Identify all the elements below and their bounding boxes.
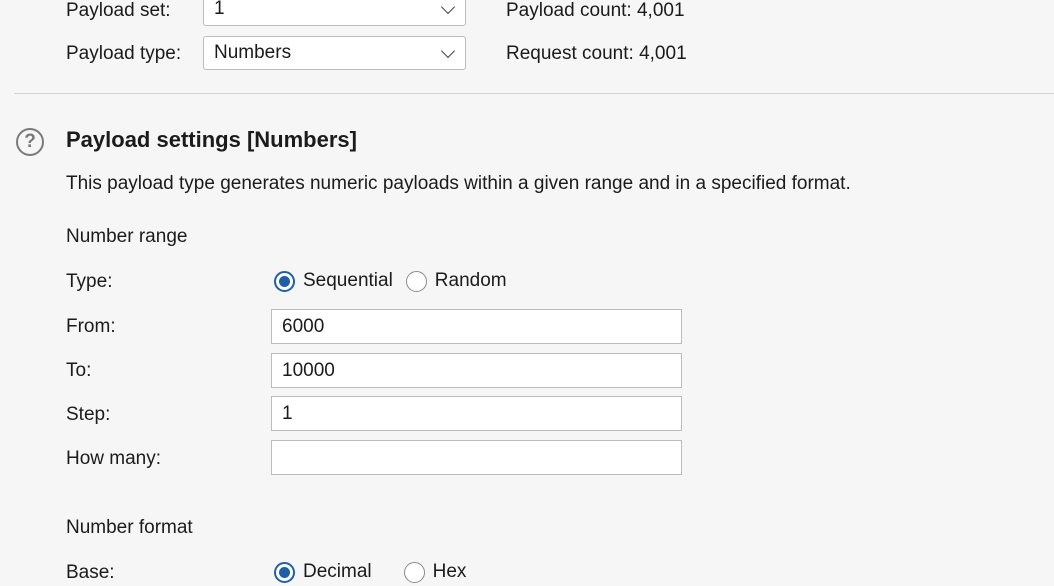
to-input[interactable]: 10000 xyxy=(271,353,682,388)
radio-checked-icon[interactable] xyxy=(274,270,295,292)
from-input[interactable]: 6000 xyxy=(271,309,682,344)
payload-set-value: 1 xyxy=(214,0,225,19)
radio-decimal-label: Decimal xyxy=(303,561,372,582)
from-value: 6000 xyxy=(282,315,325,337)
radio-hex[interactable]: Hex xyxy=(403,561,467,583)
radio-sequential[interactable]: Sequential xyxy=(274,270,393,292)
payload-count: Payload count: 4,001 xyxy=(506,0,685,21)
type-label: Type: xyxy=(66,271,113,292)
chevron-down-icon xyxy=(440,0,456,15)
radio-checked-icon[interactable] xyxy=(274,561,295,583)
section-description: This payload type generates numeric payl… xyxy=(66,173,851,194)
help-icon[interactable]: ? xyxy=(16,128,44,156)
number-format-heading: Number format xyxy=(66,517,193,538)
base-label: Base: xyxy=(66,562,115,583)
section-title: Payload settings [Numbers] xyxy=(66,127,357,152)
radio-unchecked-icon[interactable] xyxy=(405,270,427,292)
radio-random[interactable]: Random xyxy=(405,270,507,292)
step-value: 1 xyxy=(282,402,293,424)
payload-set-label: Payload set: xyxy=(66,0,171,21)
how-many-input[interactable] xyxy=(271,440,682,475)
number-range-heading: Number range xyxy=(66,226,188,247)
radio-random-label: Random xyxy=(434,270,507,291)
radio-unchecked-icon[interactable] xyxy=(403,561,425,583)
base-radio-group: Decimal Hex xyxy=(274,561,466,583)
how-many-label: How many: xyxy=(66,448,162,469)
from-label: From: xyxy=(66,316,116,337)
to-value: 10000 xyxy=(282,359,335,381)
radio-decimal[interactable]: Decimal xyxy=(274,561,372,583)
payload-type-label: Payload type: xyxy=(66,43,182,64)
radio-hex-label: Hex xyxy=(432,561,467,582)
section-divider xyxy=(14,93,1054,94)
payload-type-select[interactable]: Numbers xyxy=(203,36,466,70)
type-radio-group: Sequential Random xyxy=(274,270,507,292)
payload-settings-panel: Payload set: 1 Payload count: 4,001 Payl… xyxy=(0,0,1054,586)
step-input[interactable]: 1 xyxy=(271,396,682,431)
payload-type-value: Numbers xyxy=(214,42,292,63)
step-label: Step: xyxy=(66,404,111,425)
chevron-down-icon xyxy=(440,43,456,59)
radio-sequential-label: Sequential xyxy=(303,270,393,291)
request-count: Request count: 4,001 xyxy=(506,43,687,64)
to-label: To: xyxy=(66,360,92,381)
payload-set-select[interactable]: 1 xyxy=(203,0,466,26)
